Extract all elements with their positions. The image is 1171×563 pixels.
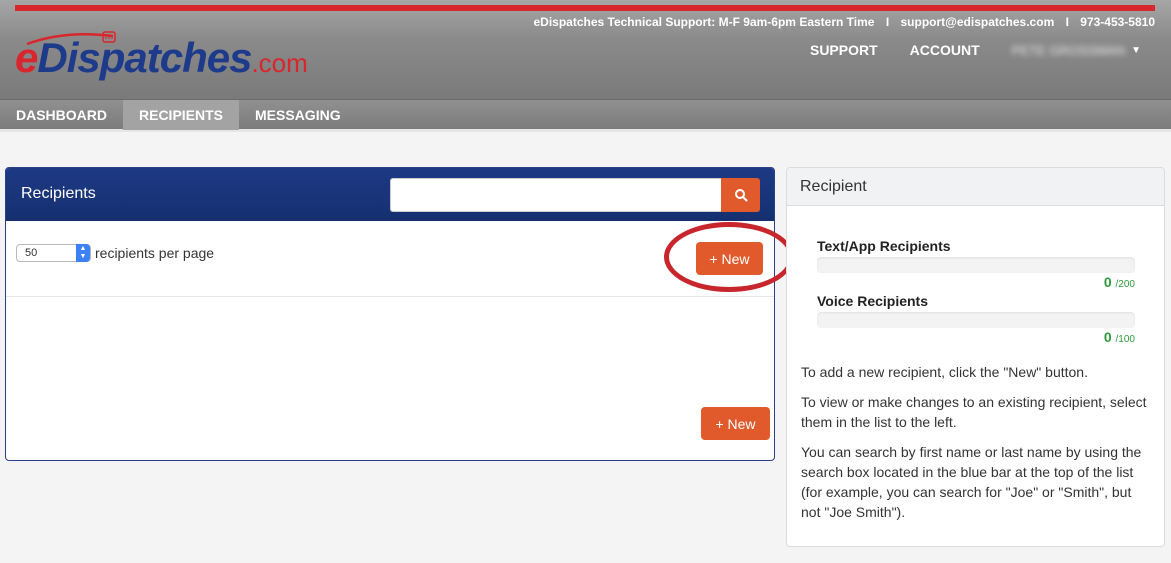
text-app-quota: Text/App Recipients 0 /200 bbox=[817, 238, 1135, 290]
support-phone: 973-453-5810 bbox=[1080, 15, 1155, 29]
edispatches-logo[interactable]: eDispatches.com bbox=[15, 30, 335, 82]
help-text-search: You can search by first name or last nam… bbox=[801, 444, 1142, 520]
tab-messaging[interactable]: MESSAGING bbox=[239, 100, 357, 130]
help-text-add: To add a new recipient, click the "New" … bbox=[801, 364, 1088, 380]
per-page-value: 50 bbox=[25, 247, 38, 259]
support-link[interactable]: SUPPORT bbox=[810, 42, 878, 58]
quota-label: Voice Recipients bbox=[817, 293, 929, 309]
recipients-panel-header: Recipients bbox=[6, 168, 774, 221]
logo-main: Dispatches bbox=[37, 34, 252, 81]
per-page-label: recipients per page bbox=[95, 245, 215, 261]
select-arrows-icon: ▲ ▼ bbox=[76, 244, 90, 262]
search-box bbox=[390, 178, 760, 212]
divider bbox=[6, 296, 774, 297]
user-name: PETE GROSSMAN bbox=[1011, 42, 1126, 58]
user-menu[interactable]: PETE GROSSMAN ▼ bbox=[1012, 43, 1141, 58]
top-nav: SUPPORT ACCOUNT PETE GROSSMAN ▼ bbox=[810, 42, 1141, 58]
recipients-list-panel: Recipients 50 ▲ ▼ recipients per page + N… bbox=[5, 167, 775, 461]
search-button[interactable] bbox=[721, 178, 760, 212]
quota-count: 0 /200 bbox=[817, 274, 1135, 290]
new-button-label: + New bbox=[715, 415, 756, 432]
voice-quota: Voice Recipients 0 /100 bbox=[817, 293, 1135, 345]
quota-count-value: 0 bbox=[1103, 274, 1112, 290]
search-icon bbox=[734, 189, 747, 202]
tab-recipients[interactable]: RECIPIENTS bbox=[123, 100, 240, 130]
caret-down-icon: ▼ bbox=[1131, 44, 1141, 56]
logo-com: .com bbox=[251, 48, 308, 78]
recipient-panel-title: Recipient bbox=[787, 168, 1164, 206]
per-page-control: 50 ▲ ▼ recipients per page bbox=[16, 244, 214, 262]
separator: I bbox=[1065, 15, 1069, 29]
quota-label: Text/App Recipients bbox=[817, 238, 951, 254]
quota-count: 0 /100 bbox=[817, 329, 1135, 345]
quota-max: /100 bbox=[1115, 334, 1135, 345]
app-header: eDispatches Technical Support: M-F 9am-6… bbox=[0, 0, 1171, 99]
new-recipient-button-bottom[interactable]: + New bbox=[701, 407, 770, 440]
recipient-info-panel: Recipient Text/App Recipients 0 /200 Voi… bbox=[786, 167, 1165, 547]
support-hours: eDispatches Technical Support: M-F 9am-6… bbox=[533, 15, 875, 29]
help-text-edit: To view or make changes to an existing r… bbox=[801, 394, 1147, 430]
logo-e: e bbox=[15, 34, 38, 81]
support-info: eDispatches Technical Support: M-F 9am-6… bbox=[533, 15, 1155, 29]
per-page-select[interactable]: 50 ▲ ▼ bbox=[16, 244, 91, 262]
tab-dashboard[interactable]: DASHBOARD bbox=[0, 100, 123, 130]
quota-max: /200 bbox=[1115, 279, 1135, 290]
new-recipient-button[interactable]: + New bbox=[696, 242, 763, 275]
support-email[interactable]: support@edispatches.com bbox=[901, 15, 1055, 29]
quota-progress-bar bbox=[817, 257, 1135, 273]
quota-count-value: 0 bbox=[1103, 329, 1112, 345]
account-link[interactable]: ACCOUNT bbox=[910, 42, 980, 58]
search-input[interactable] bbox=[390, 178, 721, 212]
new-button-label: + New bbox=[709, 250, 750, 267]
main-nav: DASHBOARD RECIPIENTS MESSAGING bbox=[0, 99, 1171, 132]
top-accent-bar bbox=[15, 5, 1155, 11]
quota-progress-bar bbox=[817, 312, 1135, 328]
separator: I bbox=[885, 15, 890, 29]
recipients-panel-title: Recipients bbox=[21, 185, 96, 202]
